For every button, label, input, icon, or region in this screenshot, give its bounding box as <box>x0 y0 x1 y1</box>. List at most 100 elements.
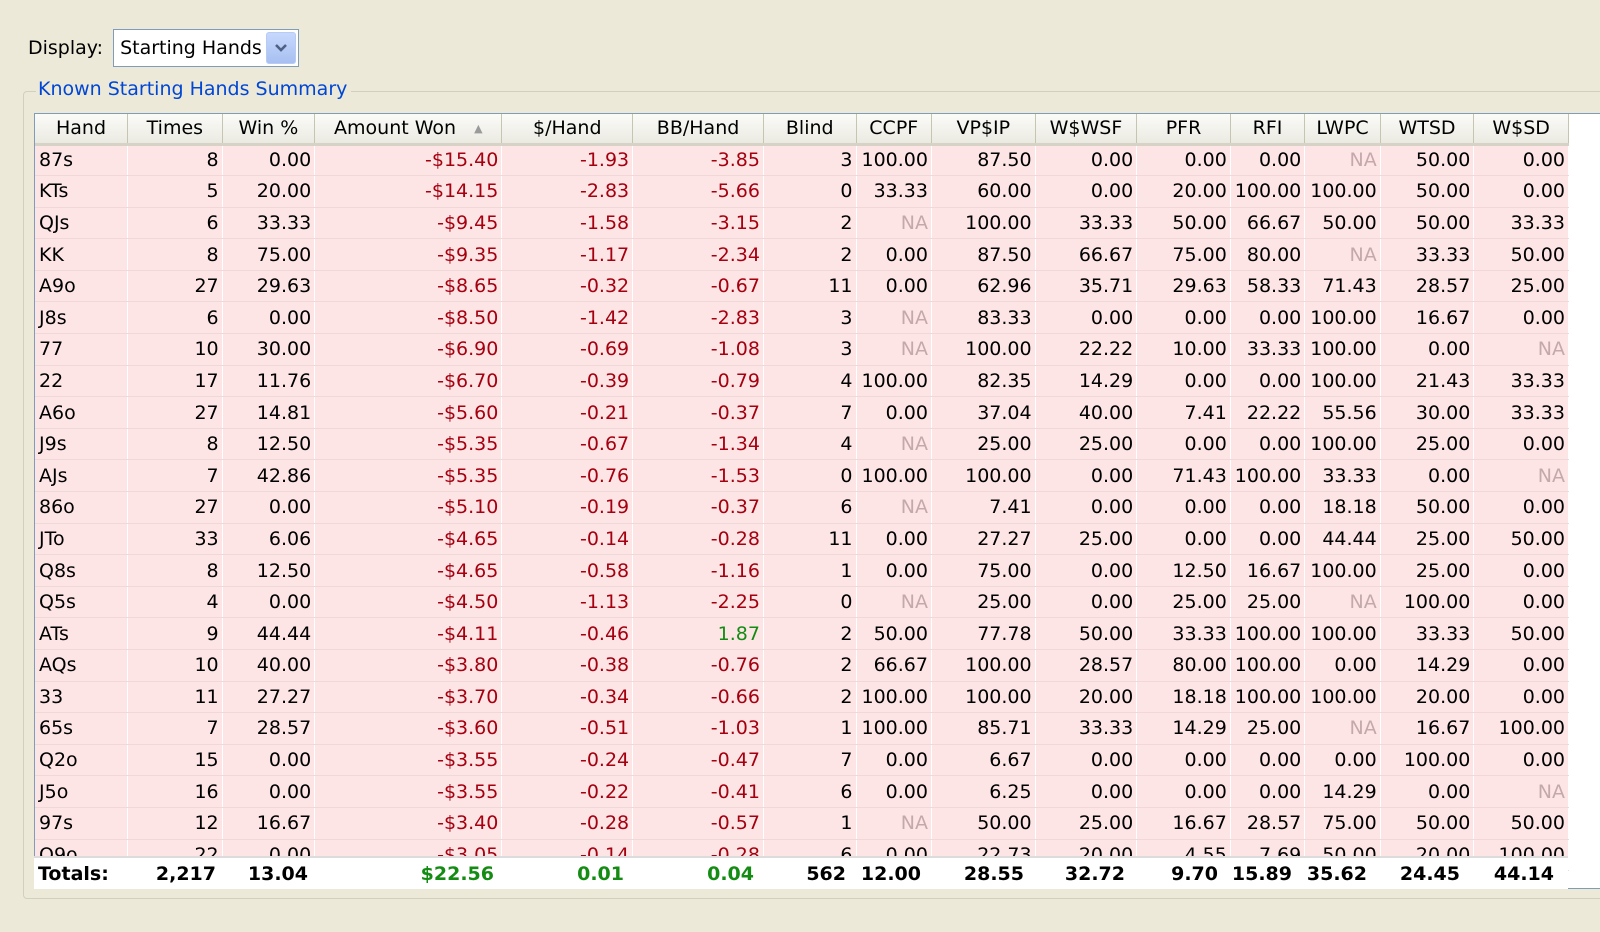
totals-row: Totals: 2,217 13.04 $22.56 0.01 0.04 562 12.00 2… <box>34 856 1568 889</box>
table-row[interactable]: AQs 10 40.00 -$3.80 -0.38 -0.76 2 66.67 100.00 28… <box>35 649 1569 682</box>
column-header-lwpc[interactable]: LWPC <box>1304 114 1381 146</box>
cell-bb-hand: -2.34 <box>632 238 764 271</box>
cell-ccpf: 0.00 <box>856 744 932 777</box>
table-row[interactable]: KTs 5 20.00 -$14.15 -2.83 -5.66 0 33.33 60.00 0.0… <box>35 175 1569 208</box>
table-row[interactable]: AJs 7 42.86 -$5.35 -0.76 -1.53 0 100.00 100.00 0.… <box>35 459 1569 493</box>
cell-pfr: 0.00 <box>1136 144 1231 177</box>
cell-w-wsf: 40.00 <box>1035 396 1138 429</box>
cell-rfi: 0.00 <box>1230 301 1306 335</box>
column-header-blind[interactable]: Blind <box>763 114 857 146</box>
cell-rfi: 22.22 <box>1230 396 1306 429</box>
column-header-label: LWPC <box>1316 117 1369 140</box>
summary-group-title: Known Starting Hands Summary <box>36 78 352 100</box>
total-w-wsf: 32.72 <box>1064 862 1125 885</box>
cell-hand: -0.76 <box>501 459 634 493</box>
cell-wtsd: 0.00 <box>1380 333 1475 366</box>
cell-lwpc: 100.00 <box>1304 428 1381 461</box>
display-selected-value: Starting Hands <box>120 37 262 59</box>
table-row[interactable]: JTo 33 6.06 -$4.65 -0.14 -0.28 11 0.00 27.27 25.0… <box>35 523 1569 556</box>
column-header-bb-hand[interactable]: BB/Hand <box>632 114 764 146</box>
cell-hand: Q8s <box>35 554 129 587</box>
column-header-w-wsf[interactable]: W$WSF <box>1035 114 1138 146</box>
cell-hand: -1.93 <box>501 144 634 177</box>
total-w-sd: 44.14 <box>1493 862 1554 885</box>
column-header-times[interactable]: Times <box>127 114 223 146</box>
cell-pfr: 0.00 <box>1136 744 1231 777</box>
chevron-down-icon[interactable] <box>266 32 297 64</box>
column-header-label: Hand <box>56 117 107 140</box>
cell-hand: -0.34 <box>501 681 634 714</box>
total-rfi: 15.89 <box>1231 862 1292 885</box>
table-row[interactable]: A6o 27 14.81 -$5.60 -0.21 -0.37 7 0.00 37.04 40.0… <box>35 396 1569 429</box>
table-header-row: Hand Times Win % Amount Won ▲ $/Hand BB/Hand Bl… <box>35 114 1569 146</box>
table-row[interactable]: Q5s 4 0.00 -$4.50 -1.13 -2.25 0 NA 25.00 0.00 25.0… <box>35 586 1569 619</box>
cell-w-wsf: 0.00 <box>1035 491 1138 524</box>
cell-w-sd: 0.00 <box>1473 744 1569 777</box>
cell-amount-won: -$5.35 <box>314 428 503 461</box>
cell-hand: -0.21 <box>501 396 634 429</box>
cell-win: 40.00 <box>222 649 316 682</box>
table-row[interactable]: Q8s 8 12.50 -$4.65 -0.58 -1.16 1 0.00 75.00 0.00 1… <box>35 554 1569 587</box>
cell-bb-hand: -0.76 <box>632 649 764 682</box>
column-header-rfi[interactable]: RFI <box>1230 114 1306 146</box>
table-row[interactable]: 87s 8 0.00 -$15.40 -1.93 -3.85 3 100.00 87.50 0.0… <box>35 144 1569 177</box>
cell-hand: -0.39 <box>501 365 634 398</box>
table-row[interactable]: 77 10 30.00 -$6.90 -0.69 -1.08 3 NA 100.00 22.22 1… <box>35 333 1569 366</box>
cell-vp-ip: 100.00 <box>931 333 1036 366</box>
cell-amount-won: -$4.65 <box>314 554 503 587</box>
column-header-vp-ip[interactable]: VP$IP <box>931 114 1036 146</box>
cell-ccpf: NA <box>856 428 932 461</box>
cell-ccpf: 100.00 <box>856 144 932 177</box>
column-header-label: CCPF <box>869 117 919 140</box>
column-header-ccpf[interactable]: CCPF <box>856 114 932 146</box>
cell-blind: 2 <box>763 681 857 714</box>
column-header-win[interactable]: Win % <box>222 114 316 146</box>
table-row[interactable]: J5o 16 0.00 -$3.55 -0.22 -0.41 6 0.00 6.25 0.00 0.… <box>35 775 1569 808</box>
cell-amount-won: -$9.35 <box>314 238 503 271</box>
cell-wtsd: 25.00 <box>1380 554 1475 587</box>
cell-amount-won: -$8.50 <box>314 301 503 335</box>
cell-w-sd: 33.33 <box>1473 207 1569 240</box>
cell-lwpc: 100.00 <box>1304 554 1381 587</box>
cell-w-wsf: 28.57 <box>1035 649 1138 682</box>
table-row[interactable]: A9o 27 29.63 -$8.65 -0.32 -0.67 11 0.00 62.96 35.… <box>35 270 1569 303</box>
column-header-w-sd[interactable]: W$SD <box>1473 114 1569 146</box>
table-row[interactable]: J8s 6 0.00 -$8.50 -1.42 -2.83 3 NA 83.33 0.00 0.00… <box>35 301 1569 335</box>
display-label: Display: <box>28 37 104 59</box>
display-dropdown[interactable]: Starting Hands <box>113 29 300 67</box>
cell-w-sd: 0.00 <box>1473 491 1569 524</box>
cell-rfi: 100.00 <box>1230 649 1306 682</box>
cell-lwpc: 75.00 <box>1304 807 1381 840</box>
cell-w-sd: 33.33 <box>1473 396 1569 429</box>
cell-ccpf: 0.00 <box>856 396 932 429</box>
cell-ccpf: NA <box>856 807 932 840</box>
column-header-hand[interactable]: Hand <box>35 114 129 146</box>
cell-times: 8 <box>127 238 223 271</box>
cell-rfi: 58.33 <box>1230 270 1306 303</box>
cell-hand: Q5s <box>35 586 129 619</box>
table-row[interactable]: 97s 12 16.67 -$3.40 -0.28 -0.57 1 NA 50.00 25.00 1… <box>35 807 1569 840</box>
table-row[interactable]: QJs 6 33.33 -$9.45 -1.58 -3.15 2 NA 100.00 33.33 5… <box>35 207 1569 240</box>
column-header-pfr[interactable]: PFR <box>1136 114 1231 146</box>
cell-win: 0.00 <box>222 775 316 808</box>
column-header-amount-won[interactable]: Amount Won ▲ <box>314 114 503 146</box>
table-row[interactable]: ATs 9 44.44 -$4.11 -0.46 1.87 2 50.00 77.78 50.00… <box>35 617 1569 650</box>
cell-rfi: 100.00 <box>1230 617 1306 650</box>
table-row[interactable]: 33 11 27.27 -$3.70 -0.34 -0.66 2 100.00 100.00 20… <box>35 681 1569 714</box>
cell-vp-ip: 25.00 <box>931 428 1036 461</box>
column-header-hand[interactable]: $/Hand <box>501 114 634 146</box>
table-row[interactable]: 22 17 11.76 -$6.70 -0.39 -0.79 4 100.00 82.35 14.… <box>35 365 1569 398</box>
table-row[interactable]: KK 8 75.00 -$9.35 -1.17 -2.34 2 0.00 87.50 66.67 7… <box>35 238 1569 271</box>
cell-bb-hand: -1.03 <box>632 712 764 745</box>
cell-w-wsf: 0.00 <box>1035 586 1138 619</box>
column-header-wtsd[interactable]: WTSD <box>1380 114 1475 146</box>
cell-rfi: 100.00 <box>1230 175 1306 208</box>
table-row[interactable]: Q2o 15 0.00 -$3.55 -0.24 -0.47 7 0.00 6.67 0.00 0.… <box>35 744 1569 777</box>
cell-wtsd: 50.00 <box>1380 207 1475 240</box>
cell-w-sd: NA <box>1473 775 1569 808</box>
table-row[interactable]: 86o 27 0.00 -$5.10 -0.19 -0.37 6 NA 7.41 0.00 0.00… <box>35 491 1569 524</box>
cell-hand: 65s <box>35 712 129 745</box>
table-row[interactable]: J9s 8 12.50 -$5.35 -0.67 -1.34 4 NA 25.00 25.00 0.… <box>35 428 1569 461</box>
table-row[interactable]: 65s 7 28.57 -$3.60 -0.51 -1.03 1 100.00 85.71 33.… <box>35 712 1569 745</box>
cell-lwpc: 71.43 <box>1304 270 1381 303</box>
